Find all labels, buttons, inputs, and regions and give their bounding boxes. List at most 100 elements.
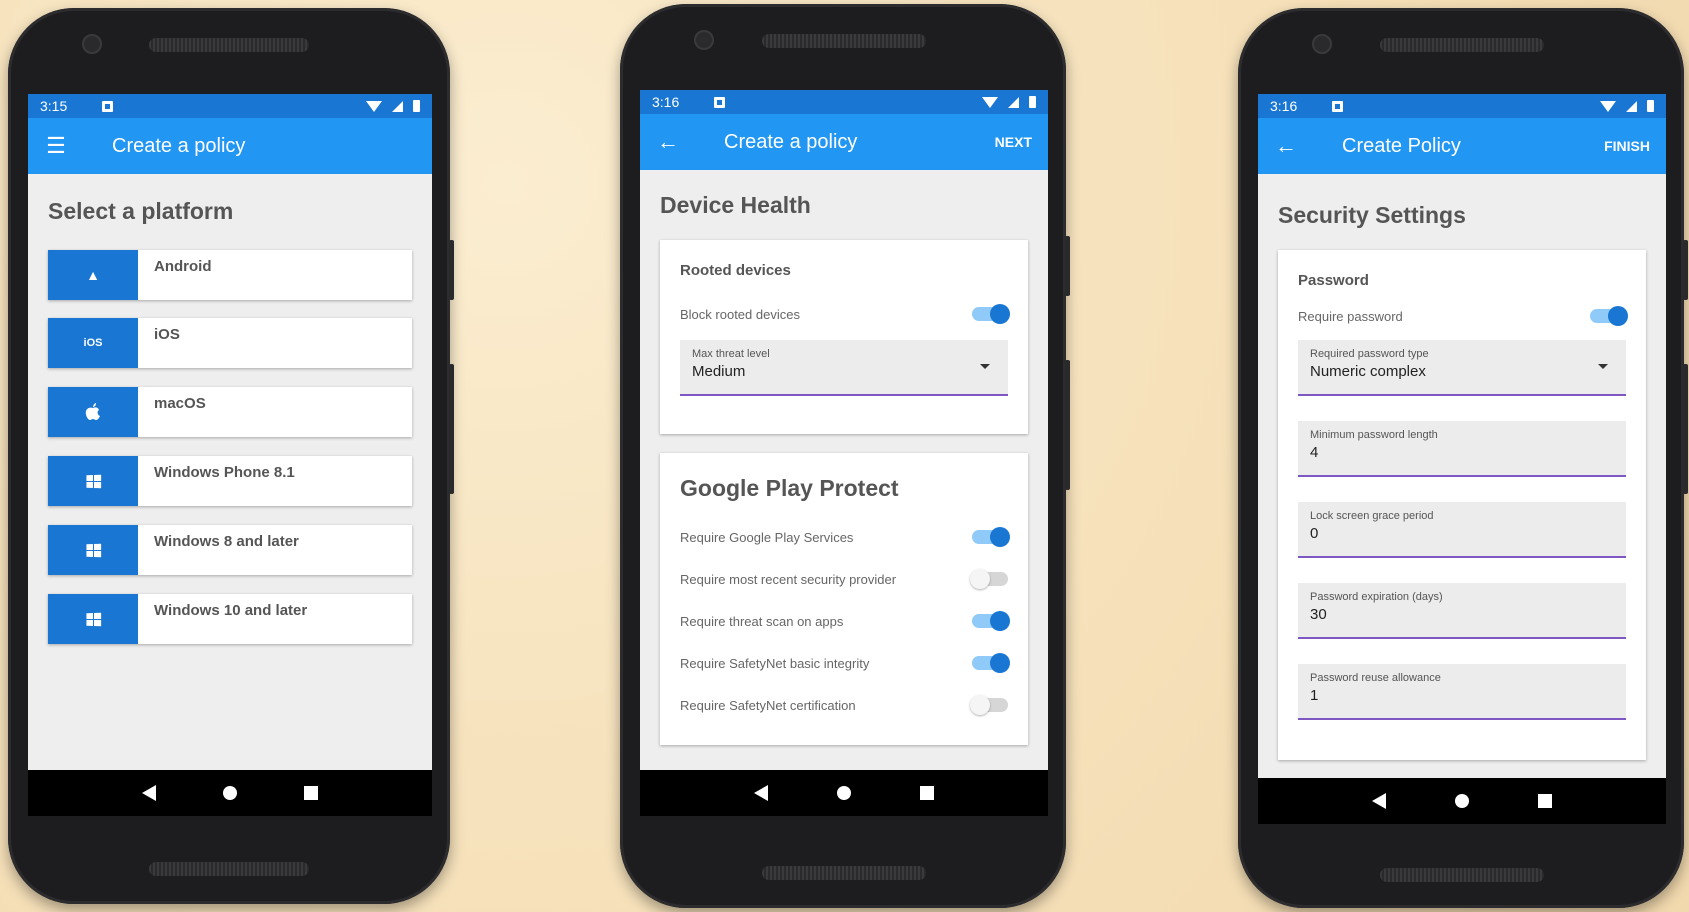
phone-2: 3:16 ← Create a policy NEXT Device Healt… (620, 4, 1070, 908)
platform-label: Windows Phone 8.1 (154, 464, 295, 481)
section-title: Google Play Protect (680, 475, 899, 501)
wifi-icon (982, 96, 998, 108)
screen: 3:15 ☰ Create a policy Select a platform… (28, 94, 432, 816)
side-button[interactable] (449, 240, 454, 300)
google-play-protect-card: Google Play Protect Require Google Play … (660, 453, 1028, 745)
side-button[interactable] (1065, 236, 1070, 296)
recents-icon[interactable] (919, 786, 934, 800)
wifi-icon (1600, 100, 1616, 112)
back-icon[interactable] (141, 785, 156, 801)
section-title: Rooted devices (680, 262, 791, 279)
row-label: Block rooted devices (680, 306, 800, 322)
top-speaker (149, 38, 309, 52)
bottom-speaker (1380, 868, 1544, 882)
app-bar-title: Create a policy (724, 130, 858, 153)
row-label: Require SafetyNet basic integrity (680, 655, 870, 671)
password-expiration-field[interactable]: Password expiration (days) 30 (1298, 583, 1626, 639)
apple-icon (48, 387, 138, 437)
back-icon[interactable] (1372, 793, 1387, 809)
home-icon[interactable] (222, 786, 237, 800)
dropdown-arrow-icon (1598, 364, 1608, 369)
status-time: 3:15 (40, 98, 68, 114)
rooted-devices-card: Rooted devices Block rooted devices Max … (660, 240, 1028, 434)
field-label: Required password type (1310, 348, 1429, 360)
gpp-row: Require SafetyNet certification (680, 693, 1008, 717)
platform-item-android[interactable]: ▲ Android (48, 250, 412, 300)
block-rooted-toggle[interactable] (972, 304, 1010, 324)
field-value: 0 (1310, 525, 1319, 542)
page-title: Select a platform (48, 198, 234, 224)
row-label: Require password (1298, 308, 1403, 324)
front-camera (82, 34, 102, 54)
threat-level-select[interactable]: Max threat level Medium (680, 340, 1008, 396)
password-card: Password Require password Required passw… (1278, 250, 1646, 760)
platform-item-ios[interactable]: iOS iOS (48, 318, 412, 368)
field-label: Max threat level (692, 348, 770, 360)
app-bar: ← Create a policy NEXT (640, 114, 1048, 170)
back-icon[interactable] (754, 785, 769, 801)
field-label: Password reuse allowance (1310, 672, 1441, 684)
gpp-toggle[interactable] (972, 653, 1010, 673)
status-bar: 3:16 (640, 90, 1048, 114)
phone-3: 3:16 ← Create Policy FINISH Security Set… (1238, 8, 1688, 908)
page-title: Device Health (660, 192, 811, 218)
row-label: Require threat scan on apps (680, 613, 844, 629)
platform-item-windows-8[interactable]: Windows 8 and later (48, 525, 412, 575)
platform-label: Windows 8 and later (154, 533, 299, 550)
platform-item-macos[interactable]: macOS (48, 387, 412, 437)
side-button[interactable] (449, 364, 454, 494)
status-bar: 3:16 (1258, 94, 1666, 118)
menu-icon[interactable]: ☰ (44, 133, 68, 159)
side-button[interactable] (1065, 360, 1070, 490)
battery-icon (1029, 96, 1036, 108)
back-arrow-icon[interactable]: ← (1274, 133, 1298, 159)
lock-grace-period-field[interactable]: Lock screen grace period 0 (1298, 502, 1626, 558)
next-button[interactable]: NEXT (995, 134, 1032, 150)
password-reuse-field[interactable]: Password reuse allowance 1 (1298, 664, 1626, 720)
gpp-row: Require Google Play Services (680, 525, 1010, 549)
field-value: 4 (1310, 444, 1319, 461)
recents-icon[interactable] (304, 786, 319, 800)
finish-button[interactable]: FINISH (1604, 138, 1650, 154)
app-bar: ☰ Create a policy (28, 118, 432, 174)
recents-icon[interactable] (1537, 794, 1552, 808)
password-type-select[interactable]: Required password type Numeric complex (1298, 340, 1626, 396)
home-icon[interactable] (836, 786, 851, 800)
gpp-row: Require threat scan on apps (680, 609, 1010, 633)
notification-icon (714, 96, 725, 108)
ios-icon: iOS (48, 318, 138, 368)
front-camera (694, 30, 714, 50)
status-time: 3:16 (1270, 98, 1298, 114)
notification-icon (1332, 100, 1343, 112)
side-button[interactable] (1683, 240, 1688, 300)
platform-item-windows-10[interactable]: Windows 10 and later (48, 594, 412, 644)
gpp-toggle[interactable] (970, 695, 1008, 715)
apple-icon (85, 403, 100, 420)
field-label: Lock screen grace period (1310, 510, 1434, 522)
side-button[interactable] (1683, 364, 1688, 494)
require-password-toggle[interactable] (1590, 306, 1628, 326)
field-label: Password expiration (days) (1310, 591, 1443, 603)
platform-item-windows-phone[interactable]: Windows Phone 8.1 (48, 456, 412, 506)
wifi-icon (366, 100, 382, 112)
gpp-toggle[interactable] (972, 527, 1010, 547)
status-time: 3:16 (652, 94, 680, 110)
platform-label: Windows 10 and later (154, 602, 308, 619)
bottom-speaker (149, 862, 309, 876)
windows-icon (48, 594, 138, 644)
back-arrow-icon[interactable]: ← (656, 129, 680, 155)
gpp-toggle[interactable] (970, 569, 1008, 589)
row-label: Require Google Play Services (680, 529, 854, 545)
page-title: Security Settings (1278, 202, 1466, 228)
app-bar-title: Create a policy (112, 134, 246, 157)
home-icon[interactable] (1454, 794, 1469, 808)
field-label: Minimum password length (1310, 429, 1438, 441)
row-label: Require most recent security provider (680, 571, 897, 587)
phone-1: 3:15 ☰ Create a policy Select a platform… (8, 8, 454, 904)
min-password-length-field[interactable]: Minimum password length 4 (1298, 421, 1626, 477)
system-nav-bar (1258, 778, 1666, 824)
require-password-row: Require password (1298, 304, 1628, 328)
gpp-toggle[interactable] (972, 611, 1010, 631)
gpp-row: Require most recent security provider (680, 567, 1008, 591)
dropdown-arrow-icon (980, 364, 990, 369)
